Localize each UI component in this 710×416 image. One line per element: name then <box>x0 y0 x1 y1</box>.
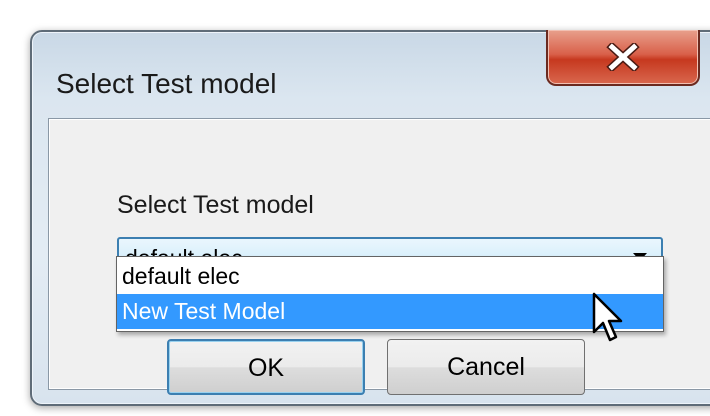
ok-button[interactable]: OK <box>167 339 365 395</box>
close-button[interactable] <box>546 30 700 86</box>
dropdown-option-new-test-model[interactable]: New Test Model <box>117 294 663 329</box>
model-dropdown-list[interactable]: default elec New Test Model <box>116 256 664 332</box>
model-field-label: Select Test model <box>117 191 314 219</box>
cancel-button[interactable]: Cancel <box>387 339 585 395</box>
title-bar[interactable]: Select Test model <box>32 30 710 118</box>
dropdown-option-default-elec[interactable]: default elec <box>117 259 663 294</box>
screen: Select Test model Select Test model defa… <box>0 0 710 416</box>
mouse-pointer-icon <box>592 292 626 353</box>
close-x-icon <box>606 43 640 71</box>
window-title: Select Test model <box>56 68 277 99</box>
